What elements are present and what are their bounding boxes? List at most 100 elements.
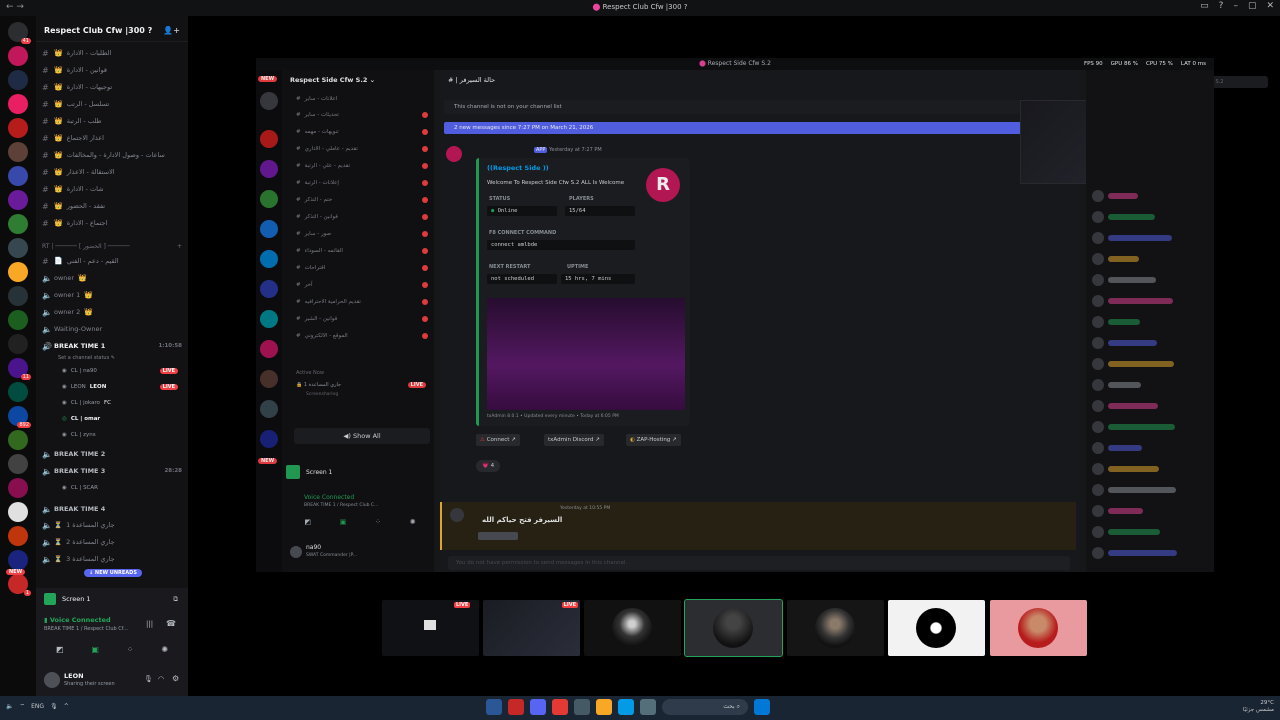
channel-item[interactable]: # 👑 قوانين - الادارة — [42, 63, 186, 77]
volume-icon[interactable]: 🔈 — [6, 703, 13, 710]
store-icon[interactable] — [574, 699, 590, 715]
server-icon[interactable]: 1 — [8, 574, 31, 596]
voice-channel-break-2[interactable]: 🔈 BREAK TIME 2 — [42, 447, 186, 461]
channel-item[interactable]: # 👑 اجتماع - الادارة — [42, 216, 186, 230]
voice-channel[interactable]: 🔈 owner 👑 — [42, 271, 186, 285]
noise-suppression-icon[interactable]: ||| — [146, 620, 153, 628]
stream-thumbnail[interactable]: LIVE — [483, 600, 580, 656]
voice-channel[interactable]: 🔈 owner 1 👑 — [42, 288, 186, 302]
help-icon[interactable]: ? — [1219, 1, 1224, 11]
app-icon[interactable] — [508, 699, 524, 715]
user-avatar[interactable] — [44, 672, 60, 688]
settings-icon[interactable]: ⚙ — [172, 674, 179, 683]
server-icon[interactable] — [8, 286, 28, 306]
server-icon[interactable] — [8, 262, 28, 282]
network-icon[interactable]: ⌔ — [19, 702, 25, 710]
participant-tile[interactable] — [684, 599, 783, 657]
voice-channel[interactable]: 🔈 ⏳ جاري المساعدة 1 — [42, 518, 186, 532]
discord-icon[interactable] — [530, 699, 546, 715]
headphones-icon[interactable]: ◠ — [158, 675, 164, 683]
inbox-icon[interactable]: ▭ — [1200, 1, 1209, 11]
close-icon[interactable]: ✕ — [1266, 1, 1274, 11]
server-icon[interactable] — [8, 478, 28, 498]
participant-tile[interactable] — [584, 600, 681, 656]
voice-channel[interactable]: 🔈 owner 2 👑 — [42, 305, 186, 319]
server-icon[interactable] — [8, 526, 28, 546]
channel-item[interactable]: # 👑 الطلبات - الادارة — [42, 46, 186, 60]
maximize-icon[interactable]: ▢ — [1248, 1, 1257, 11]
mic-icon[interactable]: 🎙 — [50, 703, 58, 710]
server-icon[interactable] — [8, 310, 28, 330]
minimize-icon[interactable]: – — [1233, 1, 1238, 11]
server-icon[interactable] — [8, 214, 28, 234]
server-icon[interactable] — [8, 454, 28, 474]
voice-channel[interactable]: 🔈 Waiting-Owner — [42, 322, 186, 336]
popout-icon[interactable]: ⧉ — [173, 595, 178, 604]
server-icon[interactable] — [8, 334, 28, 354]
voice-channel[interactable]: 🔈 ⏳ جاري المساعدة 2 — [42, 535, 186, 549]
voice-channel[interactable]: # 📄 القيم - دعم - الفني — [42, 254, 186, 268]
folder-icon[interactable] — [596, 699, 612, 715]
voice-user[interactable]: ◉ CL | SCAR — [62, 481, 182, 494]
new-unreads-pill[interactable]: ↓ NEW UNREADS — [84, 569, 142, 577]
screen-share-panel[interactable]: Screen 1 ⧉ — [36, 588, 188, 610]
voice-channel-break-3[interactable]: 🔈 BREAK TIME 3 28:28 — [42, 464, 186, 478]
server-icon[interactable] — [8, 430, 28, 450]
channel-item[interactable]: # 👑 توجيهات - الادارة — [42, 80, 186, 94]
start-icon[interactable] — [754, 699, 770, 715]
home-icon[interactable]: 41 — [8, 22, 31, 44]
app-icon[interactable] — [486, 699, 502, 715]
channel-item[interactable]: # 👑 شات - الادارة — [42, 182, 186, 196]
participant-tile[interactable] — [787, 600, 884, 656]
voice-user[interactable]: ◉ CL | zyns — [62, 428, 182, 441]
server-icon[interactable] — [8, 382, 28, 402]
mic-icon[interactable]: 🎙 — [144, 675, 153, 683]
server-header[interactable]: Respect Club Cfw |300 ? 👤+ — [36, 20, 188, 42]
stream-thumbnail[interactable]: LIVE — [450, 600, 480, 656]
chrome-icon[interactable] — [552, 699, 568, 715]
channel-status[interactable]: Set a channel status ✎ — [58, 351, 178, 364]
disconnect-icon[interactable]: ☎ — [166, 619, 176, 628]
stream-video[interactable]: ⬤ Respect Side Cfw S.2 FPS 90 GPU 86 % C… — [256, 58, 1268, 572]
activities-icon[interactable]: ⁘ — [127, 645, 134, 654]
camera-icon[interactable]: ◩ — [56, 645, 64, 654]
chevron-up-icon[interactable]: ^ — [64, 703, 69, 710]
weather-widget[interactable]: 29°C مشمس جزئيًا — [1243, 700, 1274, 714]
server-icon[interactable] — [8, 46, 28, 66]
taskbar-search[interactable]: بحث ⌕ — [662, 699, 748, 715]
add-member-icon[interactable]: 👤+ — [163, 20, 180, 42]
server-icon[interactable] — [8, 238, 28, 258]
server-icon[interactable] — [8, 550, 28, 570]
server-icon[interactable] — [8, 142, 28, 162]
participant-tile[interactable] — [888, 600, 985, 656]
channel-item[interactable]: # 👑 ساعات - وصول الادارة - والمخالفات — [42, 148, 186, 162]
voice-user[interactable]: ◎ CL | omar — [62, 412, 182, 425]
app-icon[interactable] — [618, 699, 634, 715]
server-icon[interactable] — [8, 502, 28, 522]
voice-user[interactable]: ◉ LEON LEON LIVE — [62, 380, 182, 393]
voice-channel-break-4[interactable]: 🔈 BREAK TIME 4 — [42, 502, 186, 516]
server-icon[interactable]: 11 — [8, 358, 31, 380]
category-header[interactable]: RT | ────── [ الحضور ] ────── + — [42, 239, 186, 253]
server-icon[interactable] — [8, 190, 28, 210]
server-icon[interactable]: 892 — [8, 406, 31, 428]
channel-item[interactable]: # 👑 تسلسل - الرتب — [42, 97, 186, 111]
app-icon[interactable] — [640, 699, 656, 715]
add-channel-icon[interactable]: + — [177, 243, 182, 250]
soundboard-icon[interactable]: ✺ — [161, 645, 168, 654]
share-screen-icon[interactable]: ▣ — [91, 645, 99, 654]
server-icon[interactable] — [8, 166, 28, 186]
voice-user[interactable]: ◉ CL | na90 LIVE — [62, 364, 182, 377]
server-icon[interactable] — [8, 94, 28, 114]
voice-channel-link[interactable]: BREAK TIME 1 / Respect Club Cf... — [44, 626, 128, 632]
voice-channel[interactable]: 🔈 ⏳ جاري المساعدة 3 — [42, 552, 186, 566]
server-icon[interactable] — [8, 118, 28, 138]
channel-item[interactable]: # 👑 اعذار الاجتماع — [42, 131, 186, 145]
server-icon[interactable] — [8, 70, 28, 90]
channel-item[interactable]: # 👑 الاستقالة - الاعذار — [42, 165, 186, 179]
channel-item[interactable]: # 👑 طلب - الرتبة — [42, 114, 186, 128]
participant-tile[interactable] — [990, 600, 1087, 656]
channel-item[interactable]: # 👑 تفقد - الحضور — [42, 199, 186, 213]
voice-user[interactable]: ◉ CL | jokaro FC — [62, 396, 182, 409]
language-indicator[interactable]: ENG — [31, 703, 44, 710]
